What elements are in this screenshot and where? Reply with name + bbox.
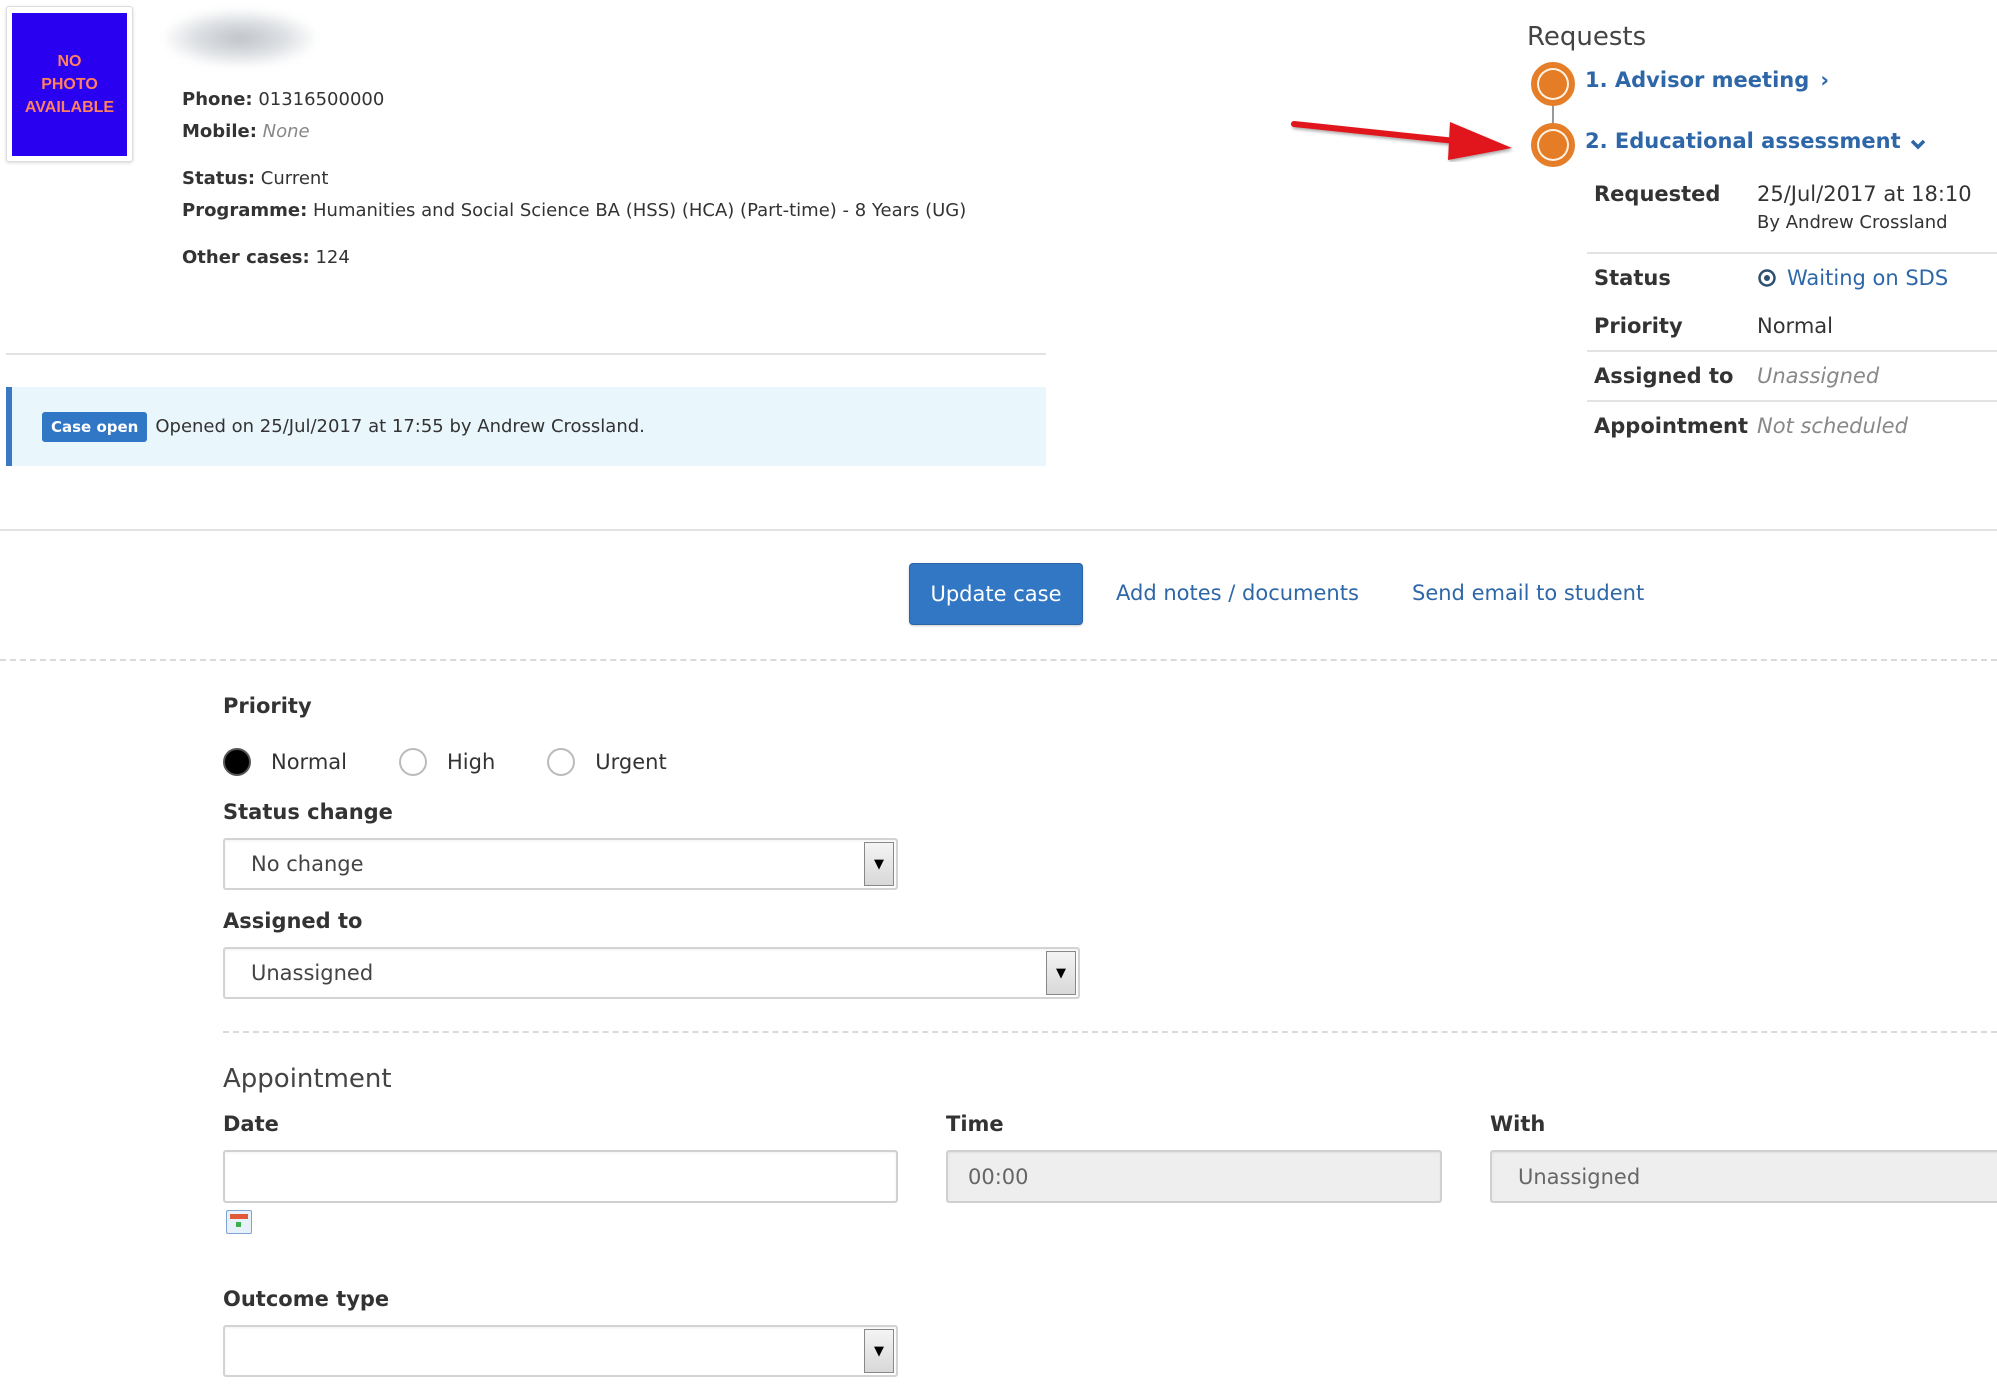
detail-row-priority: Priority Normal [1587, 302, 1997, 352]
phone-value: 01316500000 [258, 89, 385, 110]
status-change-select[interactable]: No change ▼ [223, 838, 898, 890]
case-status-banner: Case open Opened on 25/Jul/2017 at 17:55… [6, 387, 1046, 466]
phone-label: Phone: [182, 89, 253, 110]
dropdown-arrow-icon[interactable]: ▼ [864, 1329, 894, 1373]
priority-option-high[interactable]: High [398, 748, 496, 776]
photo-text-line: AVAILABLE [24, 99, 115, 116]
red-arrow-annotation-icon [1291, 121, 1512, 160]
appointment-value: Not scheduled [1757, 414, 1908, 438]
outcome-type-select[interactable]: ▼ [223, 1325, 898, 1377]
time-label: Time [946, 1112, 1004, 1136]
update-case-button[interactable]: Update case [909, 563, 1083, 625]
priority-option-urgent[interactable]: Urgent [547, 748, 667, 776]
add-notes-documents-link[interactable]: Add notes / documents [1116, 581, 1359, 605]
chevron-down-icon [1910, 139, 1926, 149]
request-step-circle-icon [1531, 62, 1575, 106]
other-cases-row: Other cases: 124 [182, 247, 350, 268]
priority-radio-group: Normal High Urgent [223, 748, 719, 776]
radio-button[interactable] [398, 748, 427, 776]
detail-label: Appointment [1594, 414, 1749, 438]
select-value: No change [251, 852, 364, 876]
detail-label: Status [1594, 266, 1671, 290]
mobile-label: Mobile: [182, 121, 257, 142]
priority-value: Normal [1757, 314, 1833, 338]
priority-option-normal[interactable]: Normal [223, 748, 347, 776]
status-change-label: Status change [223, 800, 393, 824]
programme-label: Programme: [182, 200, 308, 221]
send-email-to-student-link[interactable]: Send email to student [1412, 581, 1644, 605]
select-value: Unassigned [251, 961, 374, 985]
request-step-circle-icon [1531, 123, 1575, 167]
no-photo-placeholder: NO PHOTO AVAILABLE [12, 13, 127, 156]
mobile-row: Mobile: None [182, 121, 310, 142]
photo-text-line: PHOTO [41, 76, 98, 93]
with-label: With [1490, 1112, 1546, 1136]
divider [0, 529, 1997, 531]
mobile-value: None [262, 121, 310, 142]
requested-date: 25/Jul/2017 at 18:10 [1757, 182, 1972, 206]
outcome-type-label: Outcome type [223, 1287, 390, 1311]
dropdown-arrow-icon[interactable]: ▼ [1046, 951, 1076, 995]
request-item-educational-assessment[interactable]: 2. Educational assessment [1585, 129, 1926, 153]
detail-row-assigned: Assigned to Unassigned [1587, 352, 1997, 402]
date-input[interactable] [223, 1150, 898, 1203]
divider [6, 353, 1046, 355]
detail-row-status: Status Waiting on SDS [1587, 254, 1997, 302]
radio-button[interactable] [547, 748, 576, 776]
with-select[interactable]: Unassigned [1490, 1150, 1997, 1203]
detail-label: Priority [1594, 314, 1683, 338]
phone-row: Phone: 01316500000 [182, 89, 384, 110]
status-label: Status: [182, 168, 256, 189]
student-name-redacted [165, 10, 315, 66]
detail-label: Assigned to [1594, 364, 1734, 388]
appointment-heading: Appointment [223, 1064, 392, 1094]
time-input[interactable]: 00:00 [946, 1150, 1442, 1203]
case-opened-text: Opened on 25/Jul/2017 at 17:55 by Andrew… [155, 416, 645, 437]
radio-label: Normal [271, 750, 347, 774]
status-value: Current [260, 168, 329, 189]
chevron-right-icon: › [1820, 68, 1830, 92]
priority-label: Priority [223, 694, 312, 718]
request-details-table: Requested 25/Jul/2017 at 18:10 By Andrew… [1587, 176, 1997, 450]
requested-by: By Andrew Crossland [1757, 212, 1948, 233]
photo-text-line: NO [57, 53, 82, 70]
request-item-advisor-meeting[interactable]: 1. Advisor meeting › [1585, 68, 1829, 92]
status-target-icon [1758, 269, 1776, 287]
detail-label: Requested [1594, 182, 1721, 206]
requests-title: Requests [1527, 22, 1647, 52]
calendar-icon[interactable] [226, 1210, 252, 1234]
radio-button-selected[interactable] [223, 748, 251, 776]
programme-row: Programme: Humanities and Social Science… [182, 200, 966, 221]
dashed-divider [223, 1031, 1997, 1033]
other-cases-value: 124 [315, 247, 350, 268]
date-label: Date [223, 1112, 279, 1136]
assigned-to-select[interactable]: Unassigned ▼ [223, 947, 1080, 999]
other-cases-label: Other cases: [182, 247, 310, 268]
dropdown-arrow-icon[interactable]: ▼ [864, 842, 894, 886]
request-link[interactable]: 2. Educational assessment [1585, 129, 1901, 153]
radio-label: Urgent [595, 750, 667, 774]
assigned-value: Unassigned [1757, 364, 1880, 388]
status-value: Waiting on SDS [1787, 266, 1949, 290]
status-row: Status: Current [182, 168, 328, 189]
detail-row-appointment: Appointment Not scheduled [1587, 402, 1997, 450]
assigned-to-label: Assigned to [223, 909, 363, 933]
request-link[interactable]: 1. Advisor meeting [1585, 68, 1809, 92]
case-open-badge: Case open [42, 411, 148, 442]
dashed-divider [0, 659, 1997, 661]
programme-value: Humanities and Social Science BA (HSS) (… [313, 200, 967, 221]
radio-label: High [446, 750, 496, 774]
detail-row-requested: Requested 25/Jul/2017 at 18:10 By Andrew… [1587, 176, 1997, 254]
